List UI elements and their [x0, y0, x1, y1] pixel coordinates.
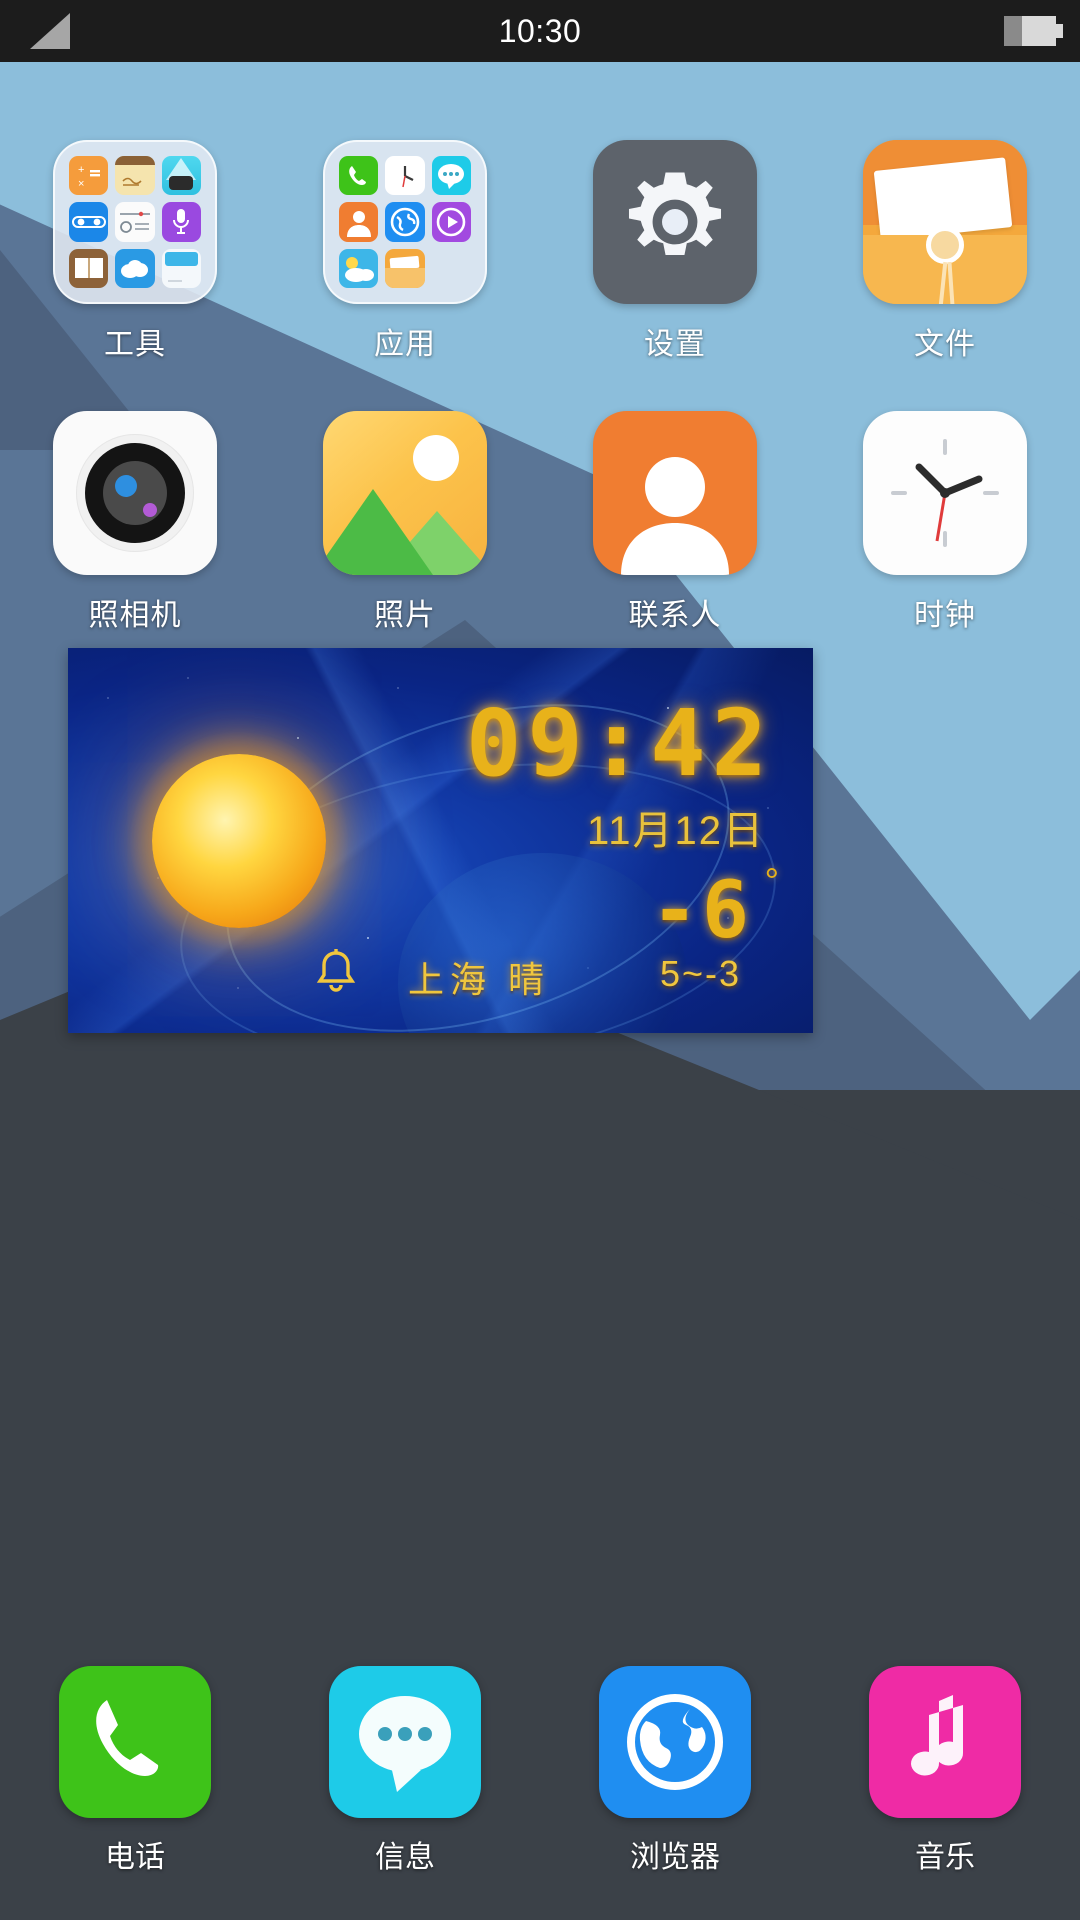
app-camera[interactable]: 照相机	[0, 411, 270, 634]
folder-apps-label: 应用	[374, 328, 436, 361]
empty-slot	[432, 249, 471, 288]
widget-temp-range: 5~-3	[659, 953, 741, 994]
microphone-icon	[161, 202, 201, 242]
dock: 电话 信息 浏览器 音乐	[0, 1666, 1080, 1876]
book-icon	[69, 248, 109, 288]
folder-apps[interactable]: 应用	[270, 140, 540, 363]
phone-handset-icon	[96, 1700, 159, 1776]
app-settings[interactable]: 设置	[540, 140, 810, 363]
dock-music[interactable]: 音乐	[810, 1666, 1080, 1876]
battery-tip	[1056, 24, 1063, 38]
folder-tools-label: 工具	[104, 328, 166, 361]
app-grid-row-1: + × 工具 应用 设置 文件	[0, 140, 1080, 363]
toggle-settings-icon	[69, 202, 109, 242]
widget-date: 11月12日	[586, 809, 765, 853]
analog-clock-icon	[891, 439, 999, 547]
app-contacts[interactable]: 联系人	[540, 411, 810, 634]
camera-lens-purple-dot	[143, 503, 157, 517]
app-clock-label: 时钟	[914, 599, 976, 632]
signal-triangle-icon	[30, 13, 70, 49]
camera-lens-blue-dot	[115, 475, 137, 497]
app-files[interactable]: 文件	[810, 140, 1080, 363]
app-clock-icon[interactable]	[863, 411, 1027, 575]
camera-lens-body	[85, 443, 185, 543]
app-files-label: 文件	[914, 328, 976, 361]
calculator-icon: + ×	[69, 156, 109, 196]
memo-icon	[161, 248, 201, 288]
notes-icon	[115, 156, 155, 196]
music-note-icon	[911, 1695, 964, 1776]
battery-empty	[1022, 16, 1056, 46]
picture-sun	[413, 435, 459, 481]
speech-bubble-icon	[359, 1696, 451, 1792]
app-files-icon[interactable]	[863, 140, 1027, 304]
folder-apps-icon[interactable]	[323, 140, 487, 304]
folder-tools[interactable]: + × 工具	[0, 140, 270, 363]
folder-tools-icon[interactable]: + ×	[53, 140, 217, 304]
svg-text:×: ×	[78, 178, 84, 190]
message-icon	[431, 156, 471, 196]
recorder-icon	[115, 202, 155, 242]
status-bar-clock: 10:30	[498, 12, 582, 49]
browser-icon	[385, 202, 425, 242]
app-contacts-icon[interactable]	[593, 411, 757, 575]
widget-sun	[152, 754, 326, 928]
app-clock[interactable]: 时钟	[810, 411, 1080, 634]
video-player-icon	[431, 202, 471, 242]
dock-browser-label: 浏览器	[630, 1841, 720, 1874]
app-settings-label: 设置	[644, 328, 706, 361]
battery-icon	[1004, 16, 1063, 46]
dock-messages[interactable]: 信息	[270, 1666, 540, 1876]
flashlight-icon	[161, 156, 201, 196]
app-settings-icon[interactable]	[593, 140, 757, 304]
widget-time: 09:42	[466, 690, 773, 797]
dock-phone[interactable]: 电话	[0, 1666, 270, 1876]
dock-phone-icon[interactable]	[59, 1666, 211, 1818]
dock-browser-icon[interactable]	[599, 1666, 751, 1818]
dock-row: 电话 信息 浏览器 音乐	[0, 1666, 1080, 1876]
envelope-clasp	[926, 226, 964, 264]
app-camera-label: 照相机	[88, 599, 182, 632]
dock-browser[interactable]: 浏览器	[540, 1666, 810, 1876]
app-grid-row-2: 照相机 照片 联系人 时钟	[0, 411, 1080, 634]
camera-lens-icon	[76, 434, 194, 552]
person-icon	[621, 457, 729, 575]
app-photos-icon[interactable]	[323, 411, 487, 575]
svg-text:+: +	[78, 164, 84, 176]
cloud-icon	[115, 248, 155, 288]
status-bar-right	[1004, 0, 1063, 62]
app-contacts-label: 联系人	[628, 599, 722, 632]
widget-temperature: -6	[651, 866, 753, 956]
file-box-icon	[385, 248, 425, 288]
app-photos[interactable]: 照片	[270, 411, 540, 634]
dock-phone-label: 电话	[105, 1841, 165, 1874]
picture-mountain-left	[323, 489, 433, 575]
battery-fill	[1004, 16, 1022, 46]
status-bar: 10:30	[0, 0, 1080, 62]
camera-lens-inner	[103, 461, 167, 525]
widget-city-condition: 上海 晴	[408, 959, 551, 1000]
widget-degree-symbol: °	[764, 860, 779, 901]
bell-icon[interactable]	[313, 947, 359, 1000]
clock-icon	[385, 156, 425, 196]
app-photos-label: 照片	[374, 599, 436, 632]
clock-weather-widget[interactable]: 09:42 11月12日 -6 ° 上海 晴 5~-3	[68, 648, 813, 1033]
gear-icon	[628, 172, 722, 256]
widget-bottom-bar: 上海 晴 5~-3	[68, 949, 813, 1007]
contacts-icon	[339, 202, 379, 242]
app-grid: + × 工具 应用 设置 文件 照相机 照片 联系人 时钟	[0, 140, 1080, 634]
dock-music-label: 音乐	[915, 1841, 975, 1874]
globe-icon	[627, 1694, 723, 1790]
phone-icon	[339, 156, 379, 196]
app-camera-icon[interactable]	[53, 411, 217, 575]
dock-messages-icon[interactable]	[329, 1666, 481, 1818]
dock-messages-label: 信息	[375, 1841, 435, 1874]
status-bar-left	[30, 0, 70, 62]
weather-icon	[339, 248, 379, 288]
dock-music-icon[interactable]	[869, 1666, 1021, 1818]
